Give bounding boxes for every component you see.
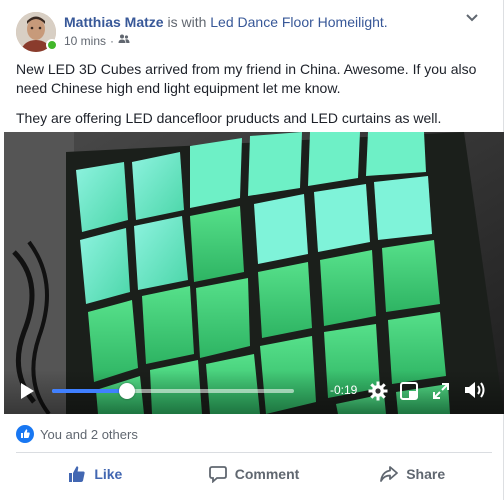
- picture-in-picture-icon: [400, 382, 418, 400]
- post-header: Matthias Matze is with Led Dance Floor H…: [14, 10, 484, 52]
- tagged-page-link[interactable]: Led Dance Floor Homeilight.: [210, 14, 387, 30]
- online-status-indicator: [46, 39, 58, 51]
- comment-button[interactable]: Comment: [175, 456, 334, 492]
- comment-icon: [208, 466, 227, 483]
- gear-icon: [368, 381, 388, 401]
- like-label: Like: [94, 466, 123, 482]
- comment-label: Comment: [234, 466, 300, 482]
- post-timestamp[interactable]: 10 mins: [64, 33, 106, 49]
- video-scrubber-knob[interactable]: [119, 383, 136, 399]
- author-name[interactable]: Matthias Matze: [64, 14, 164, 30]
- post-paragraph: They are offering LED dancefloor pruduct…: [16, 110, 442, 126]
- friends-icon[interactable]: [118, 33, 130, 49]
- play-icon: [21, 383, 34, 399]
- picture-in-picture-button[interactable]: [400, 382, 418, 405]
- play-button[interactable]: [18, 382, 36, 405]
- volume-button[interactable]: [464, 380, 486, 405]
- meta-separator: ·: [110, 34, 115, 48]
- thumbs-up-icon: [69, 466, 85, 482]
- post-card: Matthias Matze is with Led Dance Floor H…: [0, 0, 504, 500]
- post-author-line: Matthias Matze is with Led Dance Floor H…: [64, 13, 388, 31]
- post-body: New LED 3D Cubes arrived from my friend …: [16, 60, 492, 139]
- with-text: is with: [163, 14, 211, 30]
- share-label: Share: [406, 466, 446, 482]
- fullscreen-expand-icon: [433, 383, 449, 399]
- volume-icon: [465, 382, 485, 398]
- reactions-text[interactable]: You and 2 others: [40, 427, 138, 442]
- actions-divider: [16, 452, 492, 453]
- share-icon: [380, 466, 399, 482]
- like-icon: [16, 425, 34, 443]
- settings-button[interactable]: [368, 381, 388, 406]
- post-paragraph: New LED 3D Cubes arrived from my friend …: [16, 61, 477, 96]
- video-remaining-time: -0:19: [330, 383, 358, 397]
- fullscreen-button[interactable]: [433, 383, 449, 404]
- post-meta: 10 mins ·: [64, 33, 130, 49]
- post-options-chevron-icon[interactable]: [462, 10, 482, 26]
- post-actions-bar: Like Comment Share: [16, 456, 492, 492]
- video-player[interactable]: [4, 132, 504, 414]
- reactions-summary[interactable]: You and 2 others: [16, 424, 138, 444]
- like-button[interactable]: Like: [16, 456, 175, 492]
- video-progress-fill: [52, 389, 128, 393]
- video-progress-bar[interactable]: [52, 383, 294, 399]
- share-button[interactable]: Share: [333, 456, 492, 492]
